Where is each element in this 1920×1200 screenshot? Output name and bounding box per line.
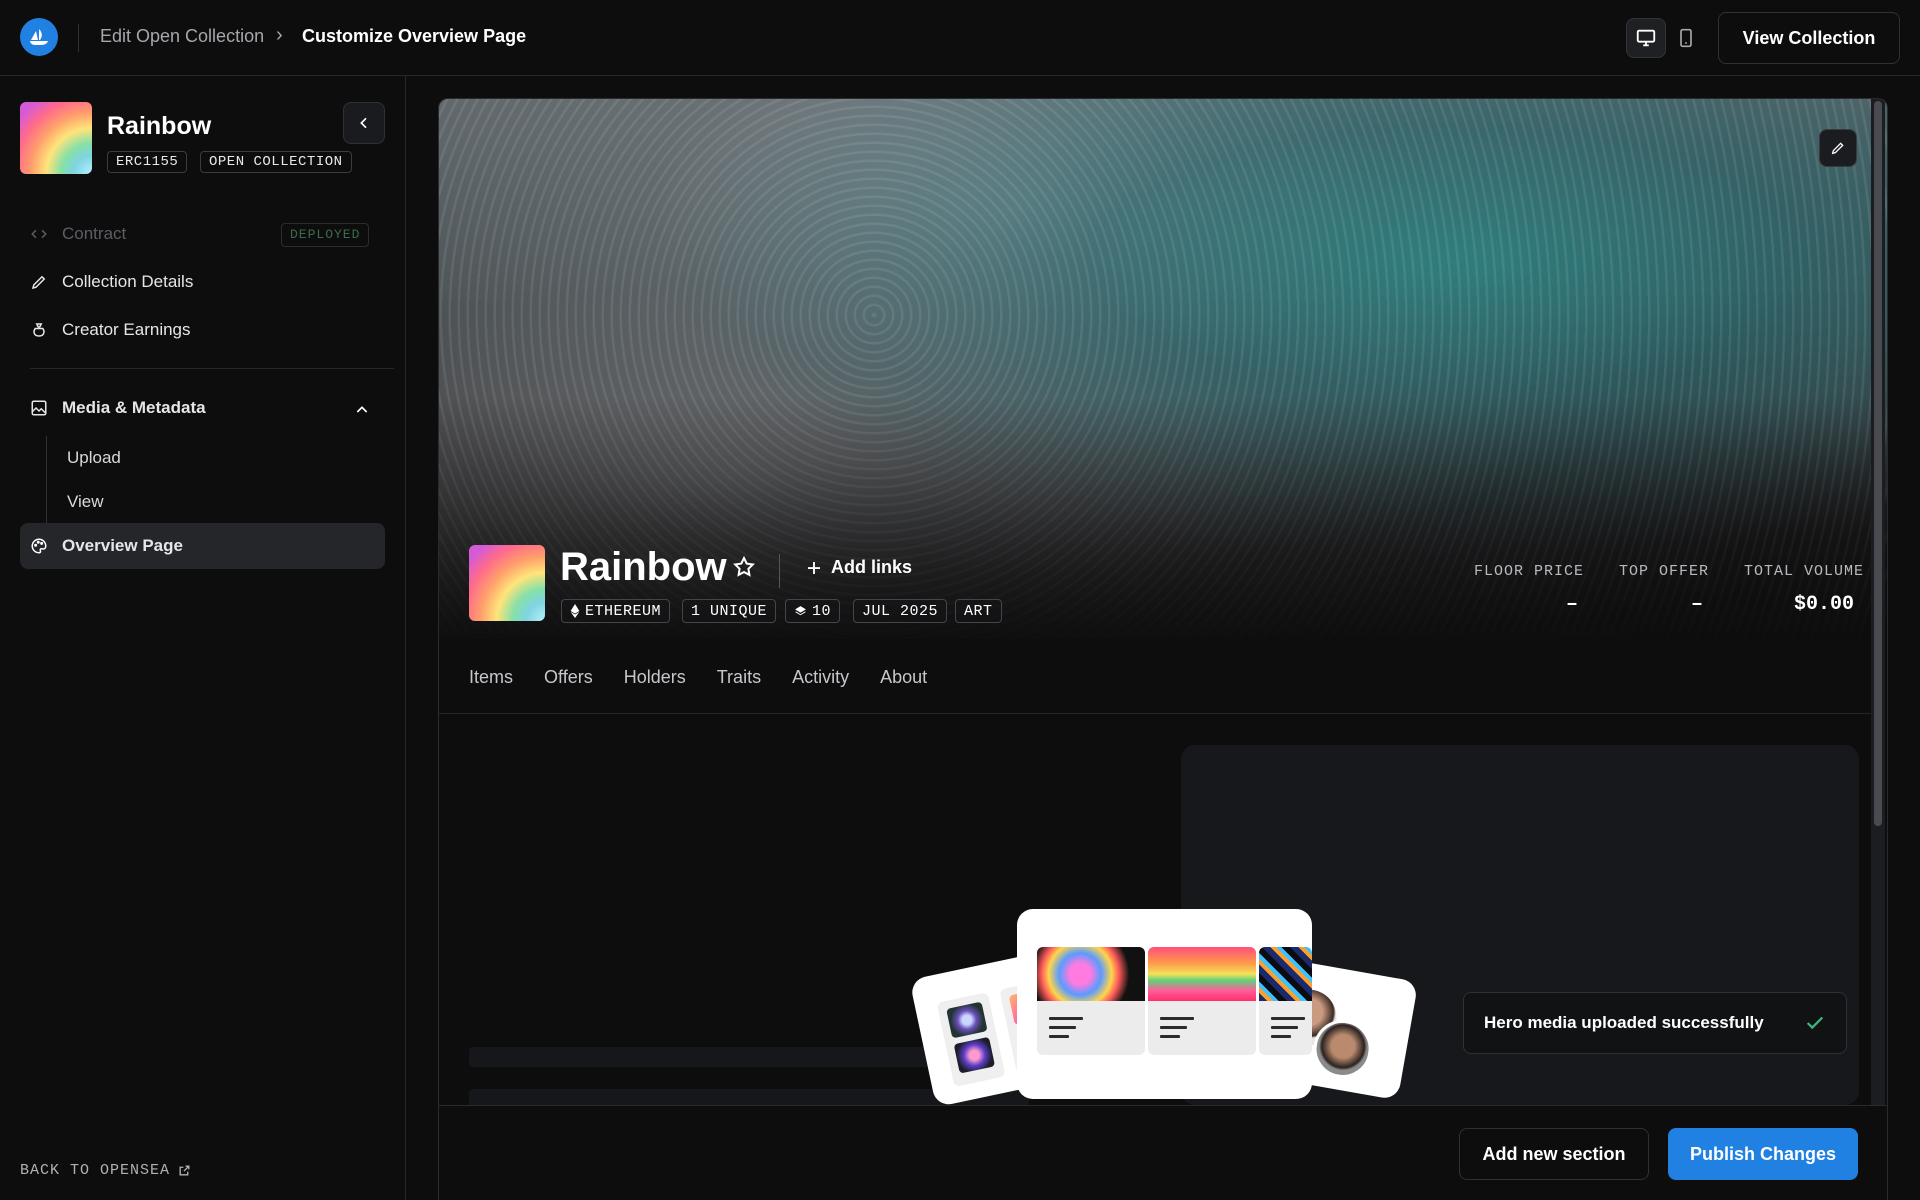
collection-tabs: Items Offers Holders Traits Activity Abo… [469,667,927,688]
back-to-opensea-link[interactable]: BACK TO OPENSEA [20,1162,191,1179]
palette-icon [30,537,48,555]
top-divider [78,24,79,52]
desktop-preview-button[interactable] [1626,18,1666,58]
tag-unique: 1 UNIQUE [682,599,777,623]
tag-supply: 10 [785,599,841,623]
total-volume-value: $0.00 [1794,593,1855,616]
top-bar: Edit Open Collection › Customize Overvie… [0,0,1920,76]
sidebar-section-label: Media & Metadata [62,398,206,417]
tag-standard: ERC1155 [107,151,188,173]
toast-message: Hero media uploaded successfully [1484,1013,1764,1032]
add-links-button[interactable]: Add links [805,557,912,578]
check-icon [1806,1016,1824,1030]
illustration-tile [1037,947,1145,1055]
chevron-up-icon[interactable] [354,402,370,418]
preview-collection-thumbnail [469,545,545,621]
collection-thumbnail [20,102,92,174]
sidebar-item-label: Contract [62,224,127,243]
plus-icon [808,561,820,574]
desktop-icon [1636,29,1656,47]
header-separator [779,554,780,588]
tab-activity[interactable]: Activity [792,667,849,688]
sidebar-item-contract: Contract [30,224,126,244]
ethereum-icon [570,604,580,618]
tab-holders[interactable]: Holders [624,667,686,688]
back-link-label: BACK TO OPENSEA [20,1162,171,1179]
tab-about[interactable]: About [880,667,927,688]
collection-name: Rainbow [107,112,212,140]
illustration-tile [1259,947,1312,1055]
tab-items[interactable]: Items [469,667,513,688]
star-icon[interactable] [732,555,756,579]
sidebar-item-overview-page-content[interactable]: Overview Page [30,536,183,556]
overview-preview: Rainbow Add links ETHEREUM 1 UNIQUE 10 J… [438,98,1888,1200]
layers-icon [795,605,806,615]
total-volume-label: TOTAL VOLUME [1744,563,1865,580]
mobile-icon [1680,28,1692,48]
success-toast: Hero media uploaded successfully [1463,992,1847,1054]
sidebar-item-view[interactable]: View [67,492,104,512]
sidebar-item-label: Overview Page [62,536,183,555]
preview-scrollbar[interactable] [1871,99,1885,1105]
tag-date: JUL 2025 [853,599,948,623]
add-new-section-button[interactable]: Add new section [1459,1128,1649,1180]
view-collection-button[interactable]: View Collection [1718,12,1900,64]
top-offer-value: – [1691,593,1704,616]
tag-collection-type: OPEN COLLECTION [200,151,352,173]
floor-price-label: FLOOR PRICE [1474,563,1585,580]
opensea-logo[interactable] [20,18,58,56]
sidebar: Rainbow ERC1155 OPEN COLLECTION Contract… [0,76,406,1200]
sidebar-item-collection-details[interactable]: Collection Details [30,272,193,292]
tabs-divider [439,713,1871,714]
code-icon [30,225,48,243]
sidebar-section-media-metadata[interactable]: Media & Metadata [30,398,206,418]
tag-category: ART [955,599,1002,623]
pencil-icon [1831,142,1844,155]
illustration-tile [1148,947,1256,1055]
illustration-card-center [1017,909,1312,1099]
submenu-guide-line [46,436,47,526]
top-offer-label: TOP OFFER [1619,563,1710,580]
breadcrumb-parent[interactable]: Edit Open Collection [100,26,264,47]
tab-traits[interactable]: Traits [717,667,761,688]
sidebar-item-upload[interactable]: Upload [67,448,121,468]
tag-chain: ETHEREUM [561,599,671,623]
action-bar: Add new section Publish Changes [439,1105,1887,1200]
pencil-icon [30,273,48,291]
sidebar-item-label: Creator Earnings [62,320,191,339]
collapse-sidebar-button[interactable] [343,102,385,144]
edit-hero-button[interactable] [1819,129,1857,167]
add-links-label: Add links [831,557,913,577]
floor-price-value: – [1566,593,1579,616]
money-bag-icon [30,321,48,339]
chevron-left-icon [360,117,367,129]
publish-changes-button[interactable]: Publish Changes [1668,1128,1858,1180]
sidebar-item-creator-earnings[interactable]: Creator Earnings [30,320,191,340]
deployed-badge: DEPLOYED [281,223,370,247]
scrollbar-thumb[interactable] [1874,101,1882,826]
sidebar-divider [30,368,394,369]
tab-offers[interactable]: Offers [544,667,593,688]
image-icon [30,399,48,417]
preview-collection-name: Rainbow [560,545,727,589]
external-link-icon [179,1165,190,1176]
mobile-preview-button[interactable] [1666,18,1706,58]
breadcrumb-separator: › [276,24,283,46]
sidebar-item-label: Collection Details [62,272,194,291]
breadcrumb-current: Customize Overview Page [302,26,527,46]
